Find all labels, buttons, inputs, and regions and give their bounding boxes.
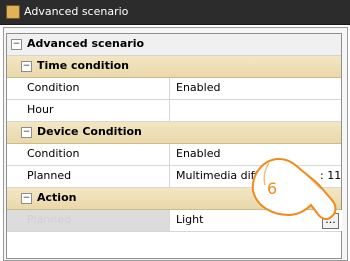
property-name: Planned	[27, 213, 72, 226]
root-node[interactable]: − Advanced scenario	[7, 34, 341, 56]
collapse-icon[interactable]: −	[21, 193, 32, 204]
property-value-text: Light	[176, 213, 204, 226]
section-device-condition[interactable]: − Device Condition	[7, 122, 341, 144]
property-name: Planned	[27, 169, 72, 182]
section-time-condition[interactable]: − Time condition	[7, 56, 341, 78]
collapse-icon[interactable]: −	[21, 61, 32, 72]
property-value-text: Enabled	[176, 147, 221, 160]
step-number: 6	[267, 179, 277, 198]
section-label: Device Condition	[37, 125, 142, 138]
property-row[interactable]: Condition Enabled	[7, 78, 341, 100]
property-name: Condition	[27, 81, 80, 94]
pointing-hand-icon: 6	[251, 157, 337, 221]
property-name: Condition	[27, 147, 80, 160]
collapse-icon[interactable]: −	[11, 39, 22, 50]
section-label: Time condition	[37, 59, 129, 72]
window-title: Advanced scenario	[24, 5, 129, 18]
section-label: Action	[37, 191, 77, 204]
property-grid: − Advanced scenario − Time condition Con…	[6, 33, 342, 259]
property-name: Hour	[27, 103, 54, 116]
root-label: Advanced scenario	[27, 37, 145, 50]
advanced-scenario-window: Advanced scenario − Advanced scenario − …	[0, 0, 350, 261]
app-icon	[6, 5, 20, 19]
collapse-icon[interactable]: −	[21, 127, 32, 138]
property-value[interactable]: Enabled	[169, 78, 342, 99]
property-row[interactable]: Hour	[7, 100, 341, 122]
titlebar: Advanced scenario	[0, 0, 350, 25]
property-value-text: Enabled	[176, 81, 221, 94]
property-value[interactable]	[169, 100, 342, 121]
